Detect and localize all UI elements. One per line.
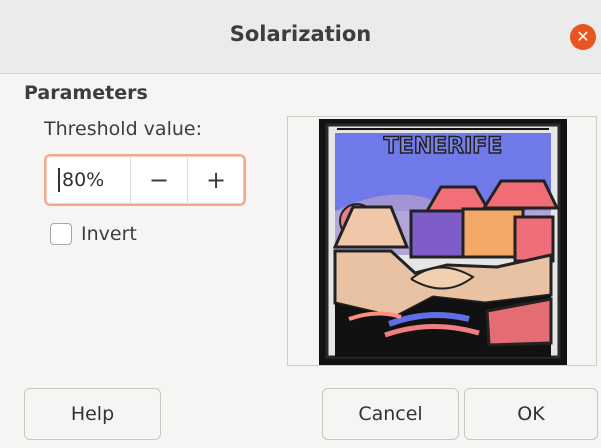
cancel-button[interactable]: Cancel — [322, 388, 459, 440]
parameters-heading: Parameters — [24, 82, 148, 104]
threshold-spinbox[interactable]: 80% − + — [44, 154, 246, 206]
dialog-title: Solarization — [229, 22, 372, 46]
titlebar: Solarization ✕ — [0, 0, 601, 74]
ok-button[interactable]: OK — [464, 388, 598, 440]
decrement-button[interactable]: − — [130, 156, 187, 204]
tile-caption: TENERIFE — [384, 134, 503, 159]
invert-checkbox[interactable] — [50, 223, 72, 245]
invert-label: Invert — [81, 223, 137, 245]
preview-image: TENERIFE — [319, 119, 567, 365]
threshold-input[interactable]: 80% — [58, 168, 130, 192]
threshold-label: Threshold value: — [44, 118, 202, 140]
help-button[interactable]: Help — [24, 388, 161, 440]
increment-button[interactable]: + — [187, 156, 244, 204]
solarized-tile-image: TENERIFE — [319, 119, 567, 365]
invert-option[interactable]: Invert — [50, 223, 137, 245]
close-icon[interactable]: ✕ — [570, 24, 596, 50]
